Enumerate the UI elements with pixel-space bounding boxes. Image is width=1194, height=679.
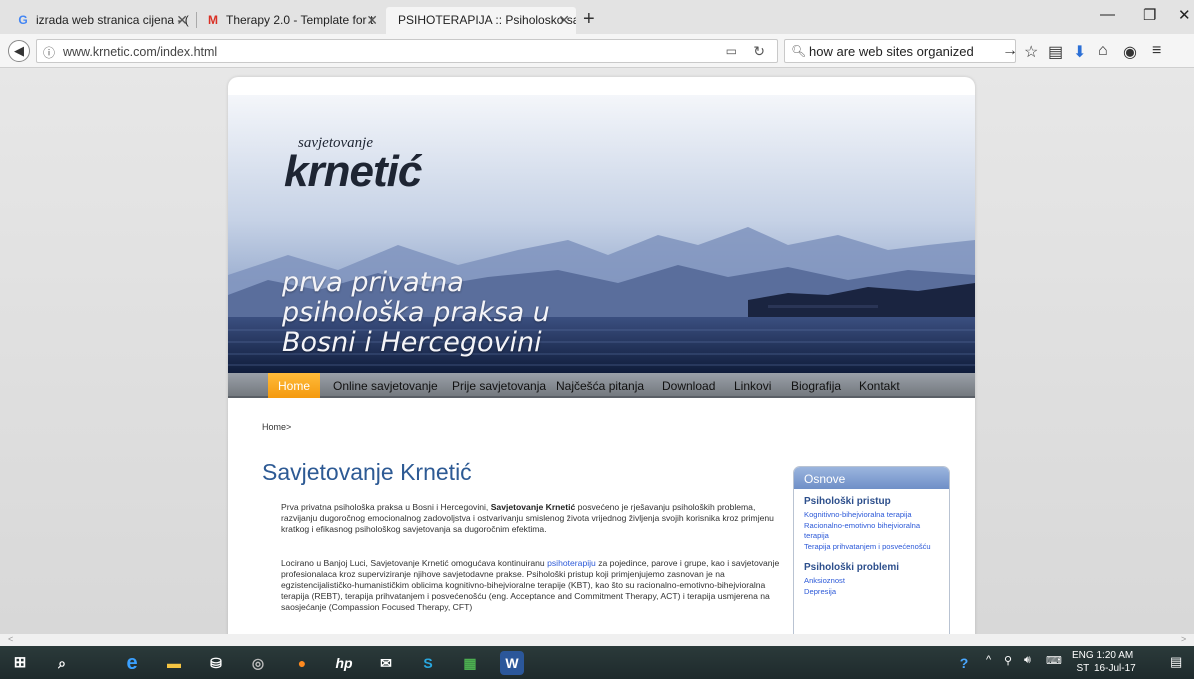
- search-icon[interactable]: ⌕: [50, 651, 74, 675]
- mail-icon[interactable]: ✉: [374, 651, 398, 675]
- clock[interactable]: 1:20 AM 16-Jul-17: [1094, 649, 1136, 675]
- menu-icon[interactable]: ≡: [1152, 42, 1161, 60]
- page-viewport: savjetovanje krnetić prva privatna psiho…: [0, 69, 1194, 634]
- scroll-right-icon[interactable]: >: [1181, 634, 1186, 644]
- skype-icon[interactable]: S: [416, 651, 440, 675]
- url-text[interactable]: www.krnetic.com/index.html: [63, 45, 217, 59]
- menu-item-download[interactable]: Download: [662, 373, 715, 398]
- file-explorer-icon[interactable]: ▬: [162, 651, 186, 675]
- close-window-icon[interactable]: ✕: [1178, 6, 1191, 24]
- menu-item-linkovi[interactable]: Linkovi: [734, 373, 771, 398]
- tagline-line-3: Bosni i Hercegovini: [282, 327, 542, 358]
- tagline-line-1: prva privatna: [282, 267, 464, 298]
- intro-paragraph: Prva privatna psihološka praksa u Bosni …: [281, 502, 774, 534]
- url-bar[interactable]: ⓘ www.krnetic.com/index.html ▭ ↻: [36, 39, 778, 63]
- horizontal-scrollbar[interactable]: < >: [0, 634, 1194, 646]
- psihoterapija-link[interactable]: psihoterapiju: [547, 558, 596, 568]
- sidebar-link[interactable]: Kognitivno-bihejvioralna terapija: [804, 510, 949, 521]
- volume-icon[interactable]: 🔊︎: [1024, 654, 1031, 667]
- menu-item-prije[interactable]: Prije savjetovanja: [452, 373, 546, 398]
- bookmarks-library-icon[interactable]: ▤: [1048, 42, 1063, 62]
- hp-icon[interactable]: hp: [332, 651, 356, 675]
- menu-item-pitanja[interactable]: Najčešća pitanja: [556, 373, 644, 398]
- menu-item-kontakt[interactable]: Kontakt: [859, 373, 900, 398]
- menu-item-biografija[interactable]: Biografija: [791, 373, 841, 398]
- search-input[interactable]: how are web sites organized: [809, 44, 974, 59]
- new-tab-button[interactable]: +: [583, 8, 595, 31]
- tab-google-search[interactable]: G izrada web stranica cijena - ( ✕: [8, 7, 194, 34]
- sidebar-link[interactable]: Depresija: [804, 587, 949, 598]
- main-menu: Home Online savjetovanje Prije savjetova…: [228, 373, 975, 398]
- close-tab-icon[interactable]: ✕: [558, 12, 570, 29]
- sidebar-link[interactable]: Anksioznost: [804, 576, 949, 587]
- search-bar[interactable]: 🔍︎ how are web sites organized: [784, 39, 1016, 63]
- taskbar: ⊞ ⌕ e ▬ ⛁ ◎ ● hp ✉ S ▦ W ? ^ ⚲ 🔊︎ ⌨ ENG …: [0, 646, 1194, 679]
- menu-item-home[interactable]: Home: [268, 373, 321, 398]
- close-tab-icon[interactable]: ✕: [176, 12, 188, 29]
- tagline-line-2: psihološka praksa u: [282, 297, 550, 328]
- minimize-icon[interactable]: —: [1100, 6, 1115, 23]
- location-paragraph: Locirano u Banjoj Luci, Savjetovanje Krn…: [281, 558, 780, 612]
- sidebar-section-heading[interactable]: Psihološki pristup: [804, 496, 949, 507]
- tab-bar: G izrada web stranica cijena - ( ✕ M The…: [0, 0, 1194, 34]
- search-icon: 🔍︎: [791, 44, 807, 58]
- back-button[interactable]: ◀: [8, 40, 30, 62]
- downloads-icon[interactable]: ⬇: [1073, 42, 1086, 62]
- pocket-icon[interactable]: ◉: [1123, 42, 1137, 62]
- scroll-left-icon[interactable]: <: [8, 634, 13, 644]
- firefox-icon[interactable]: ●: [290, 651, 314, 675]
- nav-bar: ◀ ⓘ www.krnetic.com/index.html ▭ ↻ 🔍︎ ho…: [0, 34, 1194, 68]
- breadcrumb[interactable]: Home>: [262, 422, 291, 432]
- reader-view-icon[interactable]: ▭: [726, 44, 737, 58]
- header-banner: savjetovanje krnetić prva privatna psiho…: [228, 95, 975, 373]
- word-icon[interactable]: W: [500, 651, 524, 675]
- site-container: savjetovanje krnetić prva privatna psiho…: [228, 77, 975, 634]
- bookmark-star-icon[interactable]: ☆: [1024, 42, 1038, 62]
- camera-app-icon[interactable]: ◎: [246, 651, 270, 675]
- tab-title: PSIHOTERAPIJA :: Psiholosko sav: [398, 13, 576, 27]
- windows-start-icon[interactable]: ⊞: [8, 651, 32, 675]
- menu-item-online[interactable]: Online savjetovanje: [333, 373, 438, 398]
- help-icon[interactable]: ?: [952, 651, 976, 675]
- keyboard-icon[interactable]: ⌨: [1046, 654, 1062, 667]
- gmail-icon: M: [208, 13, 218, 27]
- tab-title: izrada web stranica cijena - (: [36, 13, 189, 27]
- page-title: Savjetovanje Krnetić: [262, 459, 472, 485]
- tab-krnetic[interactable]: PSIHOTERAPIJA :: Psiholosko sav ✕: [386, 7, 576, 34]
- tray-chevron-icon[interactable]: ^: [986, 654, 991, 666]
- sidebar-osnove: Osnove Psihološki pristup Kognitivno-bih…: [793, 466, 950, 634]
- google-icon: G: [18, 13, 28, 27]
- sidebar-section-heading[interactable]: Psihološki problemi: [804, 562, 949, 573]
- info-icon[interactable]: ⓘ: [43, 44, 55, 61]
- search-go-icon[interactable]: →: [1002, 42, 1018, 60]
- tab-gmail[interactable]: M Therapy 2.0 - Template for t ✕: [198, 7, 384, 34]
- language-indicator[interactable]: ENG ST: [1072, 649, 1094, 675]
- sidebar-title: Osnove: [794, 467, 949, 489]
- edge-icon[interactable]: e: [120, 651, 144, 675]
- home-icon[interactable]: ⌂: [1098, 42, 1108, 60]
- network-icon[interactable]: ⚲: [1004, 654, 1012, 667]
- close-tab-icon[interactable]: ✕: [366, 12, 378, 29]
- sidebar-link[interactable]: Terapija prihvatanjem i posvećenošću: [804, 542, 949, 553]
- notifications-icon[interactable]: ▤: [1170, 654, 1182, 670]
- sidebar-link[interactable]: Racionalno-emotivno bihejvioralna terapi…: [804, 521, 949, 542]
- excel-icon[interactable]: ▦: [458, 651, 482, 675]
- reload-icon[interactable]: ↻: [753, 43, 765, 60]
- store-icon[interactable]: ⛁: [204, 651, 228, 675]
- restore-icon[interactable]: ❐: [1143, 6, 1156, 24]
- tab-title: Therapy 2.0 - Template for t: [226, 13, 374, 27]
- logo-title: krnetić: [284, 147, 422, 196]
